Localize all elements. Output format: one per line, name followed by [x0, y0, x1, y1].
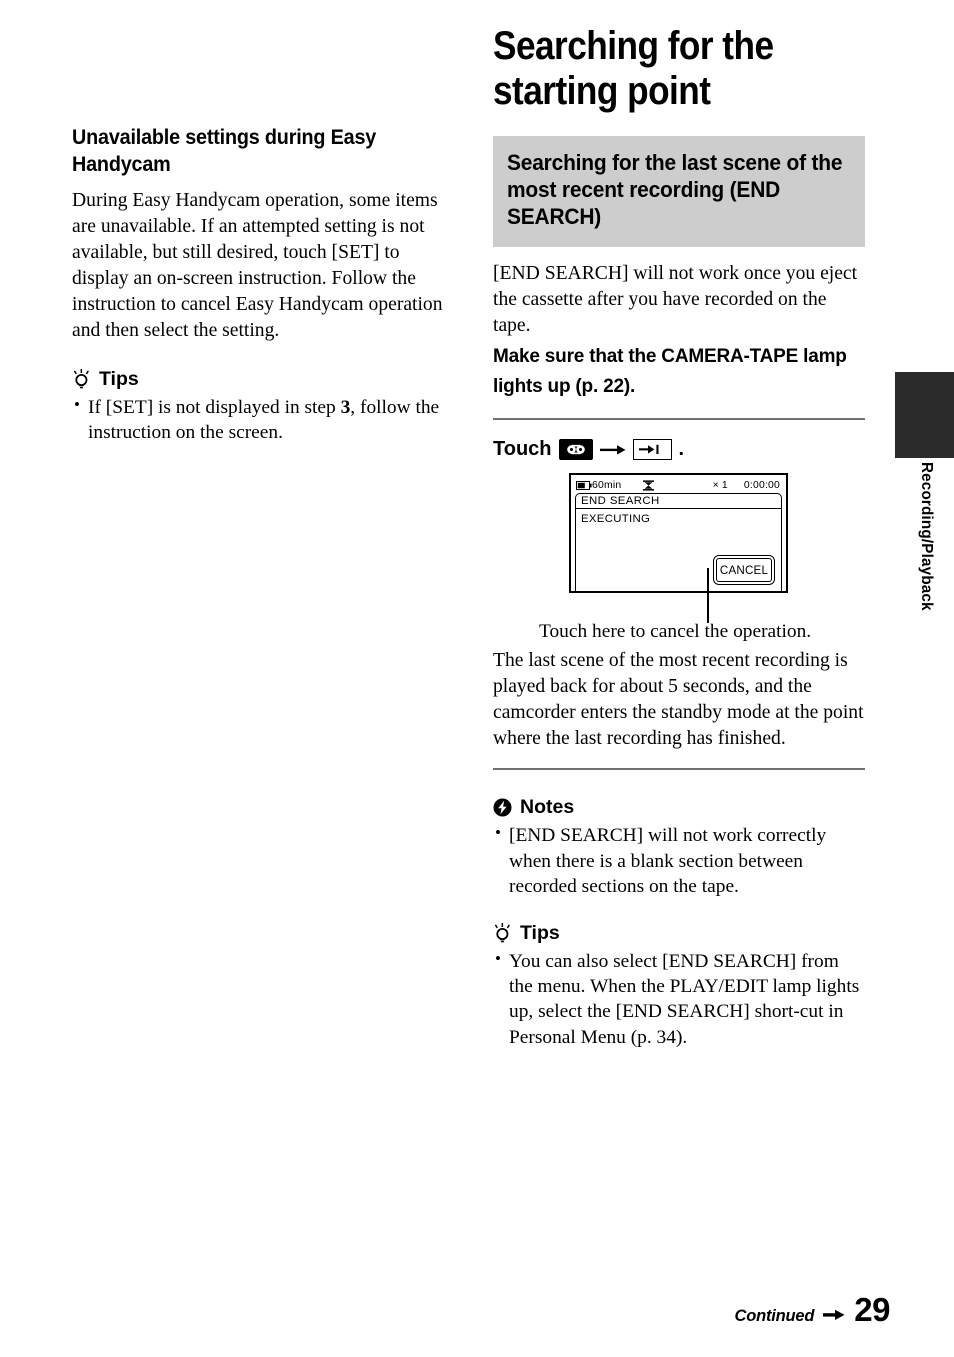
lcd-dialog-title: END SEARCH [576, 494, 781, 510]
right-arrow-icon [823, 1309, 845, 1321]
tip-text-pre: If [SET] is not displayed in step [88, 397, 341, 419]
lightbulb-icon [72, 369, 91, 390]
notes-header: Notes [493, 796, 865, 819]
tips-list-right: You can also select [END SEARCH] from th… [493, 948, 865, 1051]
section-tab-label: Recording/Playback [918, 462, 935, 611]
page-number: 29 [854, 1291, 890, 1328]
cancel-button-label: CANCEL [716, 558, 772, 583]
bold-instruction: Make sure that the CAMERA-TAPE lamp ligh… [493, 346, 847, 398]
lcd-illustration: 60min × 1 0:00:00 END SEARCH EXECUTING C… [493, 473, 865, 648]
tape-transport-icon [643, 479, 655, 491]
tips-list-left: If [SET] is not displayed in step 3, fol… [72, 394, 444, 446]
end-search-icon[interactable] [632, 439, 672, 461]
section-tab-marker [895, 372, 954, 458]
cassette-tape-icon[interactable] [558, 439, 593, 461]
tip-step-number: 3 [340, 397, 351, 419]
tips-title-left: Tips [99, 368, 139, 391]
list-item: You can also select [END SEARCH] from th… [493, 948, 865, 1051]
touch-step: Touch . [493, 438, 865, 461]
touch-label: Touch [493, 438, 552, 461]
intro-paragraph: [END SEARCH] will not work once you ejec… [493, 262, 858, 336]
continued-label: Continued [734, 1307, 815, 1325]
page-title: Searching for the starting point [493, 24, 774, 113]
section-band: Searching for the last scene of the most… [493, 135, 865, 247]
notes-list: [END SEARCH] will not work correctly whe… [493, 822, 865, 899]
result-paragraph: The last scene of the most recent record… [493, 650, 864, 750]
cancel-button[interactable]: CANCEL [713, 555, 775, 586]
divider-top [493, 418, 865, 421]
touch-step-period: . [678, 438, 685, 461]
warning-bolt-icon [493, 798, 512, 817]
lcd-screen: 60min × 1 0:00:00 END SEARCH EXECUTING C… [569, 473, 788, 594]
lcd-status-bar: 60min × 1 0:00:00 [575, 478, 782, 492]
left-section-heading: Unavailable settings during Easy Handyca… [72, 125, 377, 176]
tips-header-right: Tips [493, 922, 865, 945]
lcd-dialog-status: EXECUTING [581, 513, 651, 526]
battery-icon [576, 480, 592, 490]
notes-title: Notes [520, 796, 575, 819]
lcd-caption: Touch here to cancel the operation. [539, 621, 812, 643]
left-column: Unavailable settings during Easy Handyca… [72, 124, 444, 446]
right-arrow-icon [599, 439, 626, 460]
page-footer: Continued 29 [734, 1291, 891, 1329]
callout-leader-line [707, 568, 709, 624]
left-body-paragraph: During Easy Handycam operation, some ite… [72, 189, 443, 341]
tips-header-left: Tips [72, 368, 444, 391]
list-item: If [SET] is not displayed in step 3, fol… [72, 394, 444, 446]
tips-title-right: Tips [520, 921, 560, 944]
zoom-level-label: × 1 [712, 479, 728, 491]
list-item: [END SEARCH] will not work correctly whe… [493, 822, 865, 899]
section-band-title: Searching for the last scene of the most… [507, 149, 843, 230]
lightbulb-icon [493, 922, 512, 944]
right-column: Searching for the starting point Searchi… [493, 24, 865, 1050]
lcd-dialog: END SEARCH EXECUTING CANCEL [575, 493, 782, 592]
manual-page: Unavailable settings during Easy Handyca… [0, 0, 954, 1357]
timecode-label: 0:00:00 [743, 479, 780, 491]
battery-time-label: 60min [592, 479, 622, 491]
